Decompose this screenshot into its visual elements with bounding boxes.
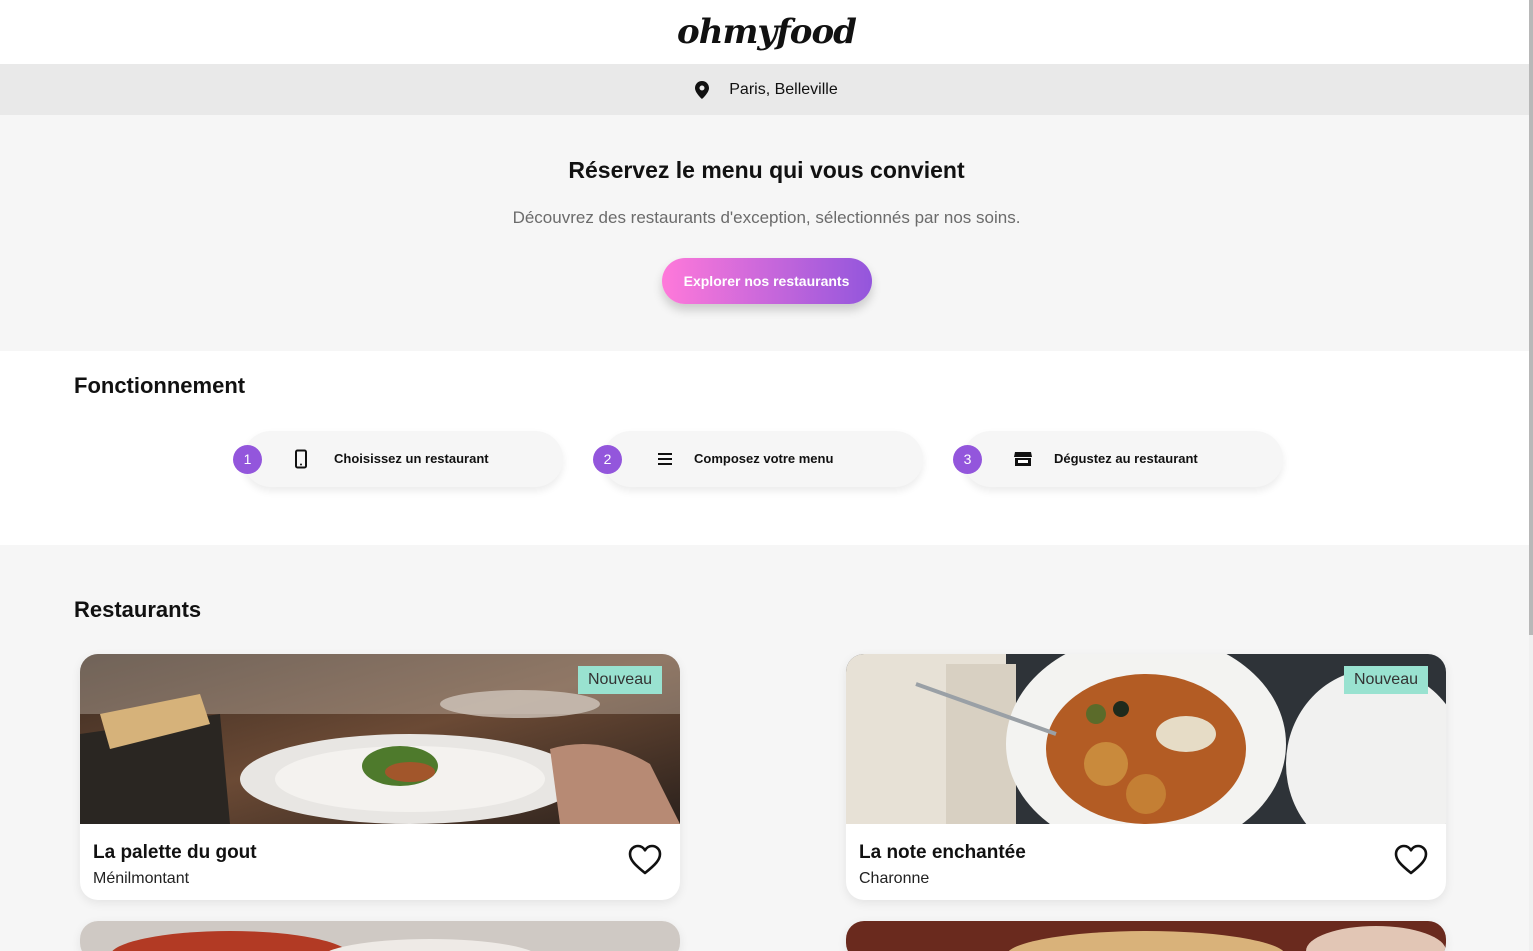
step-number: 2 [593,445,622,474]
restaurant-area: Ménilmontant [93,870,190,887]
location-pin-icon [695,80,710,99]
hero-subtitle: Découvrez des restaurants d'exception, s… [512,208,1021,227]
step-label: Choisissez un restaurant [334,451,489,466]
step-number: 1 [233,445,262,474]
restaurant-name: La palette du gout [93,842,257,863]
step-label: Composez votre menu [694,451,834,466]
restaurant-card[interactable]: Nouveau La palette du gout Ménilmontant [80,654,680,900]
location-bar: Paris, Belleville [0,64,1533,115]
new-badge: Nouveau [1343,666,1428,694]
ohmyfood-logo[interactable]: ohmyfood [677,12,857,52]
explore-restaurants-button[interactable]: Explorer nos restaurants [661,258,872,304]
restaurant-name: La note enchantée [859,842,1026,863]
restaurant-card[interactable] [846,921,1446,951]
scrollbar-thumb[interactable] [1529,0,1533,635]
smartphone-icon [295,449,307,469]
restaurant-area: Charonne [859,870,930,887]
restaurants-title: Restaurants [74,597,202,622]
restaurant-photo [80,921,680,951]
hero-title: Réservez le menu qui vous convient [568,157,965,183]
page-scrollbar[interactable] [1529,0,1533,951]
how-it-works-title: Fonctionnement [74,373,246,398]
menu-list-icon [658,453,672,465]
location-text: Paris, Belleville [729,80,838,98]
hero-section: Réservez le menu qui vous convient Décou… [0,115,1533,351]
steps-list: 1 Choisissez un restaurant 2 Composez vo… [74,431,1533,521]
how-it-works-section: Fonctionnement 1 Choisissez un restauran… [0,351,1533,545]
restaurant-card[interactable]: Nouveau La note enchantée Charonne [846,654,1446,900]
restaurants-section: Restaurants Nouveau La palette du gout M… [0,545,1533,951]
site-header: ohmyfood [0,0,1533,64]
new-badge: Nouveau [577,666,662,694]
restaurant-photo [846,921,1446,951]
step-3: 3 Dégustez au restaurant [953,431,1283,487]
step-label: Dégustez au restaurant [1054,451,1198,466]
heart-icon[interactable] [628,844,662,876]
step-number: 3 [953,445,982,474]
restaurant-card[interactable] [80,921,680,951]
step-1: 1 Choisissez un restaurant [233,431,563,487]
storefront-icon [1014,452,1032,466]
step-2: 2 Composez votre menu [593,431,923,487]
heart-icon[interactable] [1394,844,1428,876]
